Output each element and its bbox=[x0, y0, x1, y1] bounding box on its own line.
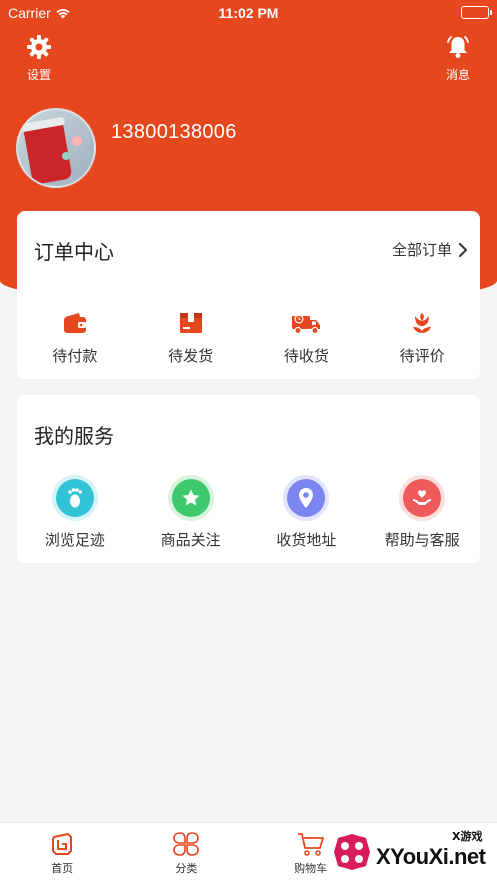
order-status-label: 待评价 bbox=[399, 347, 445, 365]
site-watermark: X游戏 XYouXi.net bbox=[326, 824, 497, 883]
service-label: 商品关注 bbox=[160, 531, 221, 549]
tab-label: 首页 bbox=[51, 862, 74, 875]
tab-home[interactable]: 首页 bbox=[0, 823, 124, 883]
all-orders-link[interactable]: 全部订单 bbox=[392, 239, 468, 260]
service-label: 浏览足迹 bbox=[44, 531, 105, 549]
tab-label: 购物车 bbox=[294, 862, 328, 875]
location-pin-icon bbox=[287, 479, 326, 517]
watermark-small-text: X游戏 bbox=[452, 830, 483, 843]
order-status-label: 待付款 bbox=[52, 347, 98, 365]
order-status-label: 待收货 bbox=[283, 347, 329, 365]
order-center-title: 订单中心 bbox=[34, 240, 114, 264]
category-icon bbox=[173, 832, 200, 856]
flower-icon bbox=[413, 313, 432, 333]
gamepad-logo bbox=[334, 834, 370, 870]
avatar-photo-detail bbox=[62, 152, 70, 160]
package-icon bbox=[179, 313, 202, 333]
settings-label: 设置 bbox=[26, 68, 51, 82]
order-status-label: 待发货 bbox=[168, 347, 214, 365]
footprint-icon bbox=[55, 479, 94, 517]
service-shipping-address[interactable]: 收货地址 bbox=[249, 479, 365, 550]
messages-button[interactable]: 消息 bbox=[445, 34, 471, 83]
order-center-card: 订单中心 全部订单 待付款 待发货 待收货 待评价 bbox=[17, 211, 480, 379]
battery-icon bbox=[461, 6, 492, 19]
watermark-site-name: XYouXi.net bbox=[376, 844, 486, 869]
order-status-pending-payment[interactable]: 待付款 bbox=[17, 311, 133, 366]
help-heart-icon bbox=[403, 479, 442, 517]
service-help-support[interactable]: 帮助与客服 bbox=[364, 479, 480, 550]
my-services-card: 我的服务 浏览足迹 商品关注 收货地址 帮助与客服 bbox=[17, 395, 480, 563]
gear-icon bbox=[27, 35, 51, 59]
status-time: 11:02 PM bbox=[218, 5, 279, 21]
my-services-title: 我的服务 bbox=[34, 424, 114, 448]
service-browsing-history[interactable]: 浏览足迹 bbox=[17, 479, 133, 550]
status-bar: Carrier 11:02 PM bbox=[0, 0, 497, 26]
all-orders-label: 全部订单 bbox=[391, 241, 452, 259]
settings-button[interactable]: 设置 bbox=[26, 34, 52, 83]
tab-category[interactable]: 分类 bbox=[124, 823, 248, 883]
user-phone: 13800138006 bbox=[111, 121, 237, 143]
cart-icon bbox=[297, 833, 324, 856]
bell-icon bbox=[447, 36, 469, 58]
avatar[interactable] bbox=[16, 108, 96, 188]
order-status-pending-review[interactable]: 待评价 bbox=[364, 311, 480, 366]
service-label: 收货地址 bbox=[276, 531, 337, 549]
chevron-right-icon bbox=[459, 242, 467, 257]
order-status-grid: 待付款 待发货 待收货 待评价 bbox=[17, 311, 480, 366]
order-status-pending-receipt[interactable]: 待收货 bbox=[249, 311, 365, 366]
tab-label: 分类 bbox=[175, 862, 198, 875]
order-status-pending-shipment[interactable]: 待发货 bbox=[133, 311, 249, 366]
delivery-truck-icon bbox=[292, 314, 321, 335]
services-grid: 浏览足迹 商品关注 收货地址 帮助与客服 bbox=[17, 479, 480, 550]
avatar-photo-detail bbox=[72, 136, 82, 146]
home-icon bbox=[52, 833, 73, 855]
wallet-icon bbox=[63, 313, 86, 333]
messages-label: 消息 bbox=[445, 68, 470, 82]
service-label: 帮助与客服 bbox=[384, 531, 460, 549]
service-product-favorites[interactable]: 商品关注 bbox=[133, 479, 249, 550]
star-icon bbox=[171, 479, 210, 517]
